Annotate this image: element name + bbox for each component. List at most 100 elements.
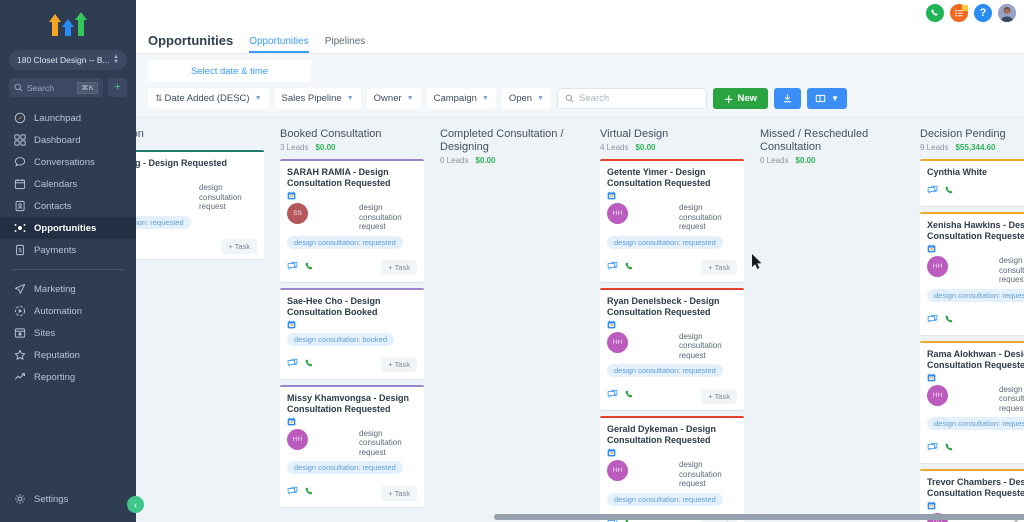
add-task-button[interactable]: + Task [701,388,737,404]
select-date-time-button[interactable]: Select date & time [148,60,311,82]
card-title: Ryan Denelsbeck - Design Consultation Re… [607,295,720,317]
import-button[interactable] [774,88,802,109]
search-input[interactable]: Search [557,88,708,109]
owner-select[interactable]: Owner ▼ [366,88,421,109]
column-cards: ing - Design Requested design consultatio… [136,150,264,259]
page-title: Opportunities [148,33,234,48]
sidebar-item-conversations[interactable]: Conversations [0,151,136,173]
call-icon[interactable] [624,387,635,405]
campaign-select[interactable]: Campaign ▼ [426,88,496,109]
messages-icon[interactable] [927,312,938,330]
sort-icon: ⇅ [155,93,163,103]
kanban-board: ation ing - Design Requested design consul… [136,118,1024,522]
horizontal-scrollbar[interactable] [136,514,1024,520]
sort-select[interactable]: ⇅ Date Added (DESC) ▼ [148,88,269,109]
sidebar-item-label: Opportunities [34,222,97,234]
messages-icon[interactable] [607,387,618,405]
column-meta: 0 Leads $0.00 [760,156,904,165]
sidebar-item-opportunities[interactable]: Opportunities [0,217,136,239]
sidebar-item-reputation[interactable]: Reputation [0,344,136,366]
messages-icon[interactable] [287,484,298,502]
column-header: Missed / Rescheduled Consultation 0 Leads… [760,128,904,165]
column-lead-count: 0 Leads [440,156,469,165]
card-title: Gerald Dykeman - Design Consultation Req… [607,424,717,445]
add-task-button[interactable]: + Task [381,485,417,501]
add-task-button[interactable]: + Task [381,357,417,372]
card-tag: design consultation: requested [287,461,403,474]
call-icon[interactable] [944,312,955,330]
sidebar-search-input[interactable]: Search ⌘K [9,78,103,97]
tasks-icon[interactable] [950,4,968,22]
kanban-column: Virtual Design 4 Leads $0.00 Getente Yimer … [592,128,752,522]
workspace-selector[interactable]: 180 Closet Design -- B... ▲ ▼ [9,50,127,70]
opportunity-card[interactable]: Rama Alokhwan - Design Consultation Requ… [920,340,1024,463]
app-logo[interactable] [0,0,136,44]
sidebar-item-contacts[interactable]: Contacts [0,195,136,217]
call-icon[interactable] [624,259,635,277]
call-icon[interactable] [304,259,315,277]
messages-icon[interactable] [607,259,618,277]
opportunity-card[interactable]: ing - Design Requested design consultatio… [136,150,264,259]
opportunity-card[interactable]: Getente Yimer - Design Consultation Requ… [600,159,744,282]
card-body: HHdesign consultation request$ [927,384,1024,414]
card-description: design consultation request [199,183,242,211]
add-task-button[interactable]: + Task [381,260,417,275]
pipeline-select[interactable]: Sales Pipeline ▼ [274,88,361,109]
chevron-down-icon: ▼ [831,94,839,103]
card-title: Rama Alokhwan - Design Consultation Requ… [927,348,1024,370]
plus-icon: ＋ [724,94,734,106]
status-label: Open [508,93,533,104]
call-icon[interactable] [944,440,955,458]
card-title: ing - Design Requested [136,158,228,168]
card-description: design consultation request [999,256,1024,284]
opportunity-card[interactable]: Cynthia White [920,159,1024,206]
scrollbar-thumb[interactable] [494,514,1024,520]
user-avatar[interactable] [998,4,1016,22]
sidebar-item-sites[interactable]: Sites [0,322,136,344]
messages-icon[interactable] [287,259,298,277]
sidebar-item-marketing[interactable]: Marketing [0,278,136,300]
messages-icon[interactable] [927,440,938,458]
opportunity-card[interactable]: Ryan Denelsbeck - Design Consultation Re… [600,287,744,410]
sidebar-divider [11,269,125,270]
opportunity-card[interactable]: Gerald Dykeman - Design Consultation Req… [600,416,744,522]
call-icon[interactable] [304,356,315,374]
help-icon[interactable]: ? [974,4,992,22]
sidebar-item-dashboard[interactable]: Dashboard [0,129,136,151]
card-tag: design consultation: requested [607,364,723,377]
new-button[interactable]: ＋ New [713,88,769,109]
card-description: design consultation request [359,428,402,457]
sidebar-collapse-toggle[interactable]: ‹ [127,496,144,513]
add-task-button[interactable]: + Task [221,238,257,254]
tab-bar: Opportunities Opportunities Pipelines [136,26,1024,54]
owner-label: Owner [373,93,402,104]
sidebar-item-reporting[interactable]: Reporting [0,366,136,388]
opportunity-card[interactable]: Missy Khamvongsa - Design Consultation R… [280,384,424,507]
status-select[interactable]: Open ▼ [501,88,552,109]
sidebar-item-settings[interactable]: Settings [0,488,136,510]
opportunity-card[interactable]: Sae-Hee Cho - Design Consultation Booked… [280,287,424,379]
add-task-button[interactable]: + Task [701,260,737,275]
messages-icon[interactable] [287,356,298,374]
column-title: Booked Consultation [280,128,382,140]
sidebar-item-label: Conversations [34,156,95,168]
column-header: Decision Pending 9 Leads $55,344.60 [920,128,1024,152]
sidebar-add-button[interactable]: + [108,78,127,97]
sidebar-item-calendars[interactable]: Calendars [0,173,136,195]
tab-pipelines[interactable]: Pipelines [325,36,366,53]
messages-icon[interactable] [927,183,938,201]
opportunity-card[interactable]: SARAH RAMIA - Design Consultation Reques… [280,159,424,282]
sidebar-item-launchpad[interactable]: Launchpad [0,107,136,129]
sidebar-item-payments[interactable]: $ Payments [0,239,136,261]
sidebar-item-automation[interactable]: Automation [0,300,136,322]
tab-opportunities[interactable]: Opportunities [249,36,309,53]
phone-icon[interactable] [926,4,944,22]
call-icon[interactable] [304,484,315,502]
call-icon[interactable] [944,183,955,201]
layout-button[interactable]: ▼ [807,88,847,109]
sidebar-item-label: Sites [34,327,56,339]
filter-row: ⇅ Date Added (DESC) ▼ Sales Pipeline ▼ O… [148,88,1012,109]
opportunity-card[interactable]: Xenisha Hawkins - Design Consultation Re… [920,212,1024,335]
kanban-column: Completed Consultation / Designing 0 Lead… [432,128,592,522]
card-title: Xenisha Hawkins - Design Consultation Re… [927,220,1024,241]
